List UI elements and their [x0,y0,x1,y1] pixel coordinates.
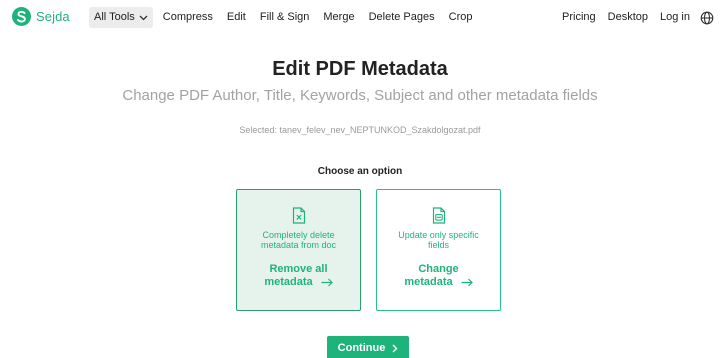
option-remove-all-metadata[interactable]: Completely delete metadata from doc Remo… [236,189,361,311]
all-tools-button[interactable]: All Tools [89,7,153,28]
globe-icon[interactable] [700,11,714,25]
nav-desktop[interactable]: Desktop [606,7,650,28]
option-title-line1: Remove all [269,263,328,275]
nav-pricing[interactable]: Pricing [560,7,598,28]
continue-button[interactable]: Continue [327,336,409,358]
arrow-right-icon [461,278,473,287]
nav-crop[interactable]: Crop [445,7,477,28]
option-title-line2: metadata [264,276,313,288]
nav-delete-pages[interactable]: Delete Pages [365,7,439,28]
selected-file-text: Selected: tanev_felev_nev_NEPTUNKOD_Szak… [239,125,481,135]
option-title: Change metadata [377,263,500,289]
file-delete-icon [237,207,360,225]
sejda-logo[interactable]: Sejda [12,7,70,26]
nav-right: Pricing Desktop Log in [560,7,720,28]
option-description: Completely delete metadata from doc [260,230,337,250]
file-edit-icon [377,207,500,225]
option-change-metadata[interactable]: Update only specific fields Change metad… [376,189,501,311]
page-subtitle: Change PDF Author, Title, Keywords, Subj… [122,87,598,104]
nav-links: All Tools Compress Edit Fill & Sign Merg… [89,7,482,28]
all-tools-label: All Tools [94,11,135,23]
option-description: Update only specific fields [398,230,479,250]
nav-fill-sign[interactable]: Fill & Sign [256,7,314,28]
top-navbar: Sejda All Tools Compress Edit Fill & Sig… [0,0,720,34]
option-title: Remove all metadata [237,263,360,289]
arrow-right-icon [321,278,333,287]
option-title-line2: metadata [404,276,453,288]
nav-compress[interactable]: Compress [159,7,217,28]
nav-merge[interactable]: Merge [319,7,358,28]
choose-option-heading: Choose an option [317,166,403,177]
logo-text: Sejda [36,9,70,24]
chevron-down-icon [139,15,148,21]
chevron-right-icon [392,344,398,353]
nav-login[interactable]: Log in [658,7,692,28]
continue-label: Continue [337,342,386,354]
option-title-line1: Change [418,263,459,275]
sejda-logo-icon [12,7,31,26]
nav-edit[interactable]: Edit [223,7,250,28]
page-title: Edit PDF Metadata [272,58,448,80]
